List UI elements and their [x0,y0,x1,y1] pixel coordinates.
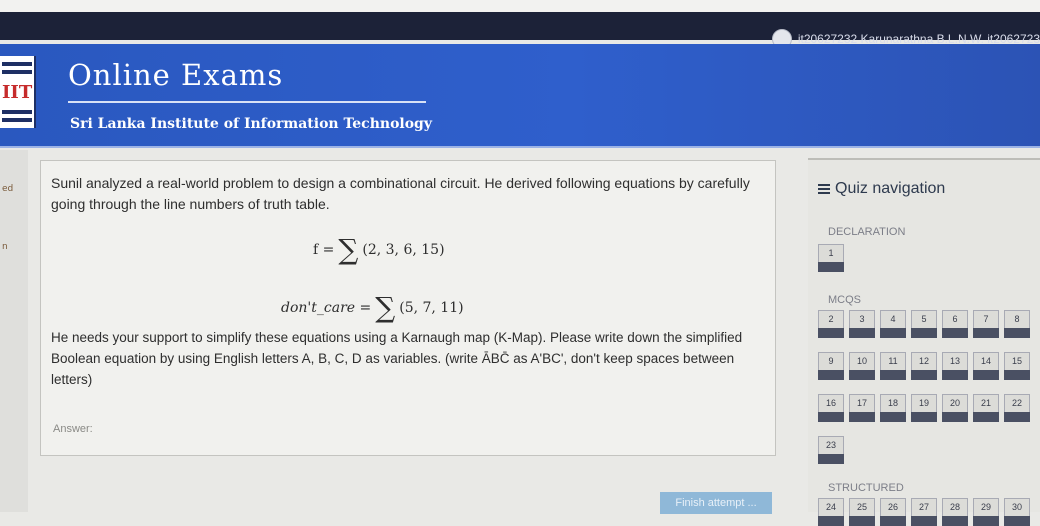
browser-strip [0,0,1040,12]
quiz-nav-button[interactable]: 9 [818,352,844,380]
quiz-nav-button[interactable]: 2 [818,310,844,338]
quiz-nav-button[interactable]: 7 [973,310,999,338]
quiz-nav-button[interactable]: 28 [942,498,968,526]
sigma-icon: ∑ [338,233,359,266]
header-banner: IIT Online Exams Sri Lanka Institute of … [0,44,1040,148]
quiz-navigation-panel: Quiz navigation DECLARATION MCQS STRUCTU… [808,158,1040,526]
quiz-nav-button[interactable]: 3 [849,310,875,338]
quiz-nav-button[interactable]: 17 [849,394,875,422]
equation-f-lhs: f = [313,241,335,258]
quiz-nav-button[interactable]: 13 [942,352,968,380]
quiz-nav-button[interactable]: 4 [880,310,906,338]
quiz-nav-button[interactable]: 18 [880,394,906,422]
answer-label: Answer: [53,423,93,435]
quiz-nav-button[interactable]: 23 [818,436,844,464]
quiz-navigation-title: Quiz navigation [818,180,945,198]
quiz-nav-button[interactable]: 16 [818,394,844,422]
quiz-nav-button[interactable]: 8 [1004,310,1030,338]
equation-f: f = ∑ (2, 3, 6, 15) [313,233,445,266]
equation-dc-lhs: don't_care = [281,299,372,316]
top-bar: it20627232 Karunarathna B.L.N.W. it20627… [0,0,1040,49]
title-divider [68,101,426,103]
quiz-nav-button[interactable]: 25 [849,498,875,526]
equation-f-set: (2, 3, 6, 15) [362,241,445,258]
section-label-structured: STRUCTURED [828,482,904,494]
quiz-nav-button[interactable]: 22 [1004,394,1030,422]
sigma-icon: ∑ [375,291,396,324]
hamburger-icon [818,184,830,194]
quiz-nav-button[interactable]: 15 [1004,352,1030,380]
left-edge-text: n [2,242,8,252]
quiz-nav-button[interactable]: 12 [911,352,937,380]
left-edge-text: ed [2,184,14,194]
section-label-declaration: DECLARATION [828,226,906,238]
question-box: Sunil analyzed a real-world problem to d… [40,160,776,456]
logo-text: IIT [2,82,33,103]
quiz-nav-button[interactable]: 5 [911,310,937,338]
finish-attempt-button[interactable]: Finish attempt ... [660,492,772,514]
quiz-nav-button[interactable]: 11 [880,352,906,380]
quiz-nav-button[interactable]: 14 [973,352,999,380]
sliit-logo[interactable]: IIT [0,56,36,128]
quiz-nav-button[interactable]: 21 [973,394,999,422]
quiz-nav-button[interactable]: 19 [911,394,937,422]
site-title[interactable]: Online Exams [68,58,283,92]
quiz-nav-button[interactable]: 10 [849,352,875,380]
quiz-nav-button[interactable]: 29 [973,498,999,526]
left-block-edge: ed n [0,150,28,512]
quiz-nav-button[interactable]: 20 [942,394,968,422]
site-subtitle: Sri Lanka Institute of Information Techn… [70,116,432,132]
quiz-nav-button[interactable]: 6 [942,310,968,338]
quiz-navigation-label: Quiz navigation [835,180,946,197]
equation-dont-care: don't_care = ∑ (5, 7, 11) [281,291,464,324]
quiz-nav-button[interactable]: 27 [911,498,937,526]
quiz-nav-button[interactable]: 26 [880,498,906,526]
quiz-nav-button[interactable]: 24 [818,498,844,526]
question-intro: Sunil analyzed a real-world problem to d… [51,175,750,212]
question-instructions: He needs your support to simplify these … [51,330,743,387]
quiz-nav-button[interactable]: 30 [1004,498,1030,526]
section-label-mcqs: MCQS [828,294,861,306]
equation-dc-set: (5, 7, 11) [399,299,464,316]
quiz-nav-button[interactable]: 1 [818,244,844,272]
